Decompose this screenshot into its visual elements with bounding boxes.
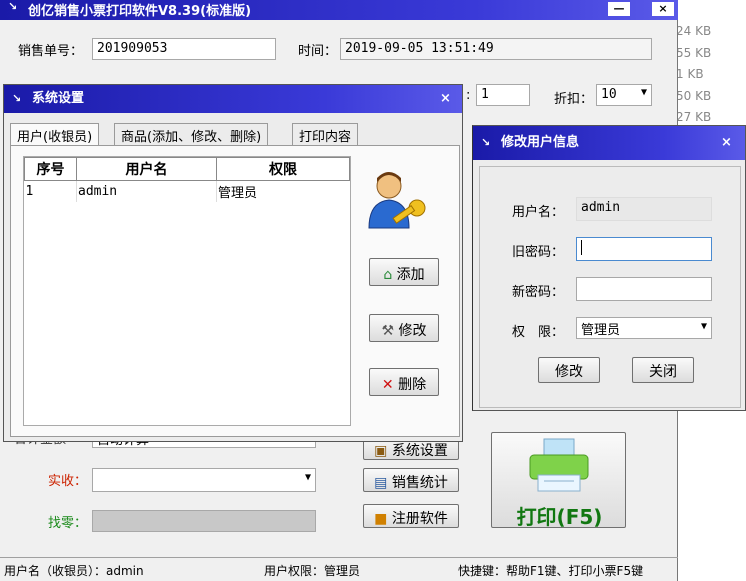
- role-value: 管理员: [581, 323, 621, 338]
- delete-icon: ✕: [381, 377, 394, 393]
- sales-stats-button[interactable]: ▤ 销售统计: [363, 468, 459, 492]
- settings-icon: ▣: [374, 443, 388, 459]
- col-id[interactable]: 序号: [24, 157, 77, 181]
- quantity-field[interactable]: 1: [476, 84, 530, 106]
- col-role[interactable]: 权限: [216, 157, 350, 181]
- file-size: 27 KB: [676, 110, 712, 124]
- time-field[interactable]: 2019-09-05 13:51:49: [340, 38, 652, 60]
- status-bar: 用户名（收银员）：admin 用户权限：管理员 快捷键：帮助F1键、打印小票F5…: [0, 557, 678, 581]
- change-field: [92, 510, 316, 532]
- cell-id: 1: [24, 180, 77, 202]
- discount-value: 10: [601, 87, 617, 102]
- main-titlebar: ↘ 创亿销售小票打印软件V8.39(标准版) — ×: [0, 0, 678, 20]
- tab-products[interactable]: 商品(添加、修改、删除): [114, 123, 269, 145]
- role-select[interactable]: 管理员 ▼: [576, 317, 712, 339]
- new-password-label: 新密码：: [512, 285, 565, 300]
- dialog-icon: ↘: [481, 136, 491, 149]
- settings-title: 系统设置: [32, 91, 85, 106]
- close-icon[interactable]: ×: [721, 126, 732, 160]
- print-button[interactable]: 打印(F5): [491, 432, 626, 529]
- add-user-button[interactable]: ⌂ 添加: [369, 258, 439, 286]
- home-icon: ⌂: [383, 267, 393, 283]
- register-software-label: 注册软件: [391, 511, 448, 527]
- change-label: 找零：: [48, 516, 88, 531]
- add-label: 添加: [396, 267, 425, 283]
- user-key-icon: [368, 172, 426, 229]
- new-password-input[interactable]: [576, 277, 712, 301]
- tab-users[interactable]: 用户(收银员): [10, 123, 100, 145]
- edit-user-title: 修改用户信息: [501, 135, 580, 150]
- settings-dialog: ↘ 系统设置 × 用户(收银员) 商品(添加、修改、删除) 打印内容 序号 用户…: [3, 84, 463, 442]
- close-button[interactable]: ×: [652, 2, 674, 16]
- delete-user-button[interactable]: ✕ 删除: [369, 368, 439, 396]
- cell-role: 管理员: [218, 186, 258, 201]
- delete-label: 删除: [398, 377, 427, 393]
- edit-user-body: 用户名： admin 旧密码： 新密码： 权 限： 管理员 ▼ 修改 关闭: [479, 166, 741, 408]
- main-title: 创亿销售小票打印软件V8.39(标准版): [28, 4, 252, 19]
- register-software-button[interactable]: ■ 注册软件: [363, 504, 459, 528]
- chevron-down-icon: ▼: [640, 87, 647, 98]
- col-username[interactable]: 用户名: [76, 157, 217, 181]
- close-dialog-button[interactable]: 关闭: [632, 357, 694, 383]
- status-permission: 用户权限：管理员: [264, 564, 361, 578]
- order-no-label: 销售单号：: [18, 44, 84, 59]
- chevron-down-icon: ▼: [700, 321, 707, 332]
- text-cursor: [581, 240, 582, 255]
- minimize-button[interactable]: —: [608, 2, 630, 16]
- dialog-icon: ↘: [12, 92, 22, 105]
- old-password-input[interactable]: [576, 237, 712, 261]
- settings-titlebar: ↘ 系统设置 ×: [4, 85, 462, 113]
- stats-icon: ▤: [374, 475, 388, 491]
- tab-print-content[interactable]: 打印内容: [292, 123, 359, 145]
- discount-select[interactable]: 10 ▼: [596, 84, 652, 106]
- edit-label: 修改: [398, 323, 427, 339]
- edit-user-button[interactable]: ⚒ 修改: [369, 314, 439, 342]
- tab-panel: 序号 用户名 权限 1 admin 管理员 ⌂ 添加 ⚒ 修改 ✕ 删除: [10, 145, 460, 437]
- paid-label: 实收：: [48, 474, 88, 489]
- edit-user-titlebar: ↘ 修改用户信息 ×: [473, 126, 745, 160]
- status-shortcuts: 快捷键：帮助F1键、打印小票F5键: [458, 564, 644, 578]
- user-table: 序号 用户名 权限 1 admin 管理员: [23, 156, 351, 426]
- role-label: 权 限：: [512, 325, 565, 340]
- username-field: admin: [576, 197, 712, 221]
- close-icon[interactable]: ×: [440, 85, 451, 113]
- printer-icon: [529, 438, 589, 492]
- chevron-down-icon: ▼: [304, 472, 311, 483]
- old-password-label: 旧密码：: [512, 245, 565, 260]
- paid-select[interactable]: ▼: [92, 468, 316, 492]
- hammer-icon: ⚒: [381, 323, 395, 339]
- settings-tabs: 用户(收银员) 商品(添加、修改、删除) 打印内容: [10, 123, 460, 147]
- cell-username: admin: [76, 180, 217, 202]
- file-size: 1 KB: [676, 67, 704, 81]
- qty-colon: :: [466, 88, 471, 103]
- order-no-field[interactable]: 201909053: [92, 38, 276, 60]
- modify-button[interactable]: 修改: [538, 357, 600, 383]
- system-settings-label: 系统设置: [391, 443, 448, 459]
- username-label: 用户名：: [512, 205, 565, 220]
- sales-stats-label: 销售统计: [391, 475, 448, 491]
- table-row[interactable]: 1 admin 管理员: [24, 180, 350, 202]
- background-window: 24 KB 55 KB 1 KB 50 KB 27 KB: [676, 0, 746, 130]
- status-user: 用户名（收银员）：admin: [4, 564, 144, 578]
- edit-user-dialog: ↘ 修改用户信息 × 用户名： admin 旧密码： 新密码： 权 限： 管理员…: [472, 125, 746, 411]
- print-label: 打印(F5): [516, 505, 603, 529]
- file-size: 50 KB: [676, 89, 712, 103]
- file-size: 24 KB: [676, 24, 712, 38]
- truck-icon: ■: [374, 511, 388, 527]
- time-label: 时间：: [298, 44, 338, 59]
- file-size: 55 KB: [676, 46, 712, 60]
- app-icon: ↘: [8, 0, 18, 13]
- discount-label: 折扣：: [554, 92, 594, 107]
